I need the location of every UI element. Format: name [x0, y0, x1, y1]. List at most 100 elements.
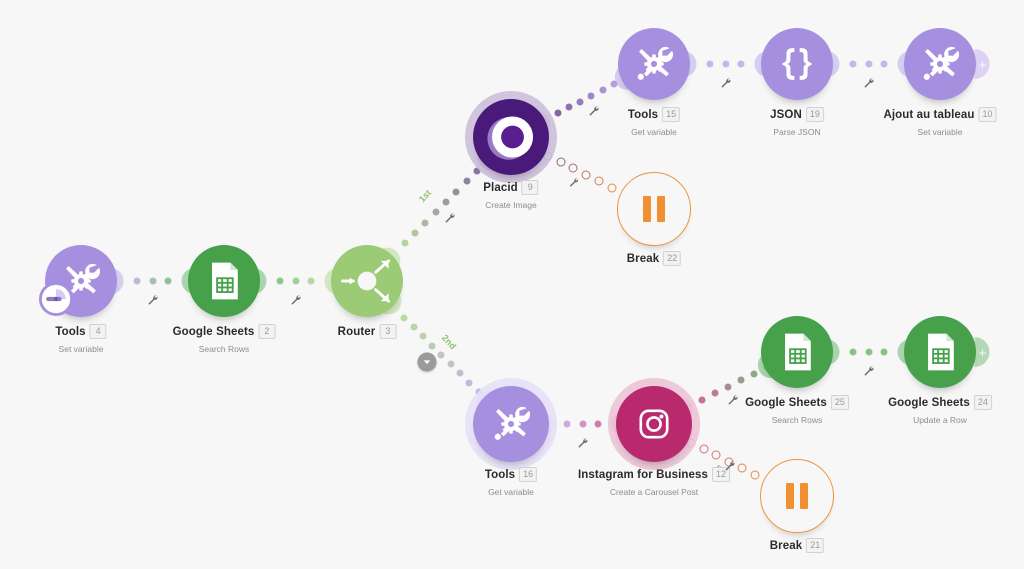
- module-title: Break: [626, 252, 660, 265]
- module-tools-set-variable[interactable]: Tools 4 Set variable: [39, 245, 117, 354]
- module-tools-get-variable-top[interactable]: Tools 15 Get variable: [618, 28, 690, 137]
- connector-settings-wrench-icon[interactable]: [444, 211, 456, 229]
- module-circle[interactable]: [473, 386, 549, 462]
- connector-settings-wrench-icon[interactable]: [290, 293, 302, 311]
- collapse-toggle[interactable]: [417, 352, 437, 372]
- module-google-sheets-search-rows[interactable]: Google Sheets 2 Search Rows: [173, 245, 276, 354]
- break-module-circle[interactable]: [617, 172, 691, 246]
- module-title: Break: [769, 539, 803, 552]
- connector-dot: [465, 379, 473, 387]
- scenario-canvas[interactable]: + + Tools 4 Set variable Google Sheets 2…: [0, 0, 1024, 569]
- module-title: Tools: [55, 325, 86, 338]
- module-tools-get-variable-bottom[interactable]: Tools 16 Get variable: [465, 378, 557, 497]
- module-id-badge: 24: [973, 395, 992, 411]
- google-sheets-icon: [928, 333, 954, 371]
- module-title-row: Placid 9: [483, 179, 539, 197]
- error-route-dot: [594, 176, 604, 186]
- module-ajout-au-tableau-set-variable[interactable]: Ajout au tableau 10 Set variable: [883, 28, 997, 137]
- module-break-top[interactable]: Break 22: [617, 172, 691, 267]
- connector-settings-wrench-icon[interactable]: [588, 104, 600, 122]
- module-caption: Break 22: [626, 250, 682, 268]
- module-title-row: Tools 16: [484, 466, 538, 484]
- connector-settings-wrench-icon[interactable]: [577, 436, 589, 454]
- module-subtitle: Parse JSON: [773, 127, 821, 137]
- module-circle[interactable]: [331, 245, 403, 317]
- module-id-badge: 10: [978, 107, 997, 123]
- module-google-sheets-search-rows-bottom[interactable]: Google Sheets 25 Search Rows: [745, 316, 849, 425]
- add-module-bottom[interactable]: +: [974, 337, 990, 367]
- connector-dot: [410, 323, 418, 331]
- module-router[interactable]: Router 3: [331, 245, 403, 340]
- connector-settings-wrench-icon[interactable]: [720, 76, 732, 94]
- module-subtitle: Create a Carousel Post: [609, 487, 699, 497]
- pause-icon: [643, 196, 665, 222]
- connector-dot: [149, 277, 156, 285]
- google-sheets-icon: [785, 333, 811, 371]
- pause-bar: [643, 196, 651, 222]
- json-braces-icon: [782, 48, 812, 80]
- pause-bar: [786, 483, 794, 509]
- module-break-bottom[interactable]: Break 21: [760, 459, 834, 554]
- tools-icon: [637, 46, 674, 80]
- module-circle[interactable]: [473, 99, 549, 175]
- module-caption: Google Sheets 25 Search Rows: [745, 394, 849, 425]
- connector-dot: [411, 229, 419, 237]
- module-circle[interactable]: [904, 316, 976, 388]
- module-subtitle: Get variable: [631, 127, 677, 137]
- placid-icon: [473, 99, 549, 175]
- connector-dot: [865, 348, 872, 356]
- google-sheets-icon: [212, 262, 238, 300]
- connector-dot: [463, 177, 471, 185]
- module-caption: JSON 19 Parse JSON: [770, 106, 824, 137]
- connector-dot: [724, 383, 732, 391]
- connector-settings-wrench-icon[interactable]: [863, 76, 875, 94]
- module-json-parse-json[interactable]: JSON 19 Parse JSON: [761, 28, 833, 137]
- connector-dot: [849, 60, 857, 68]
- module-caption: Instagram for Business 12 Create a Carouse…: [578, 461, 735, 497]
- error-route-wrench-icon[interactable]: [568, 175, 579, 193]
- connector-dot: [292, 277, 299, 285]
- module-circle[interactable]: [761, 28, 833, 100]
- connector-dot: [599, 86, 607, 94]
- connector-settings-wrench-icon[interactable]: [863, 364, 875, 382]
- module-caption: Tools 15 Get variable: [628, 106, 681, 137]
- pause-bar: [657, 196, 665, 222]
- pause-icon: [786, 483, 808, 509]
- connector-dot: [711, 389, 719, 397]
- module-title-row: JSON 19: [770, 106, 824, 124]
- module-caption: Router 3: [338, 323, 397, 341]
- module-settings-wrench-icon[interactable]: [724, 459, 736, 477]
- module-circle[interactable]: [616, 386, 692, 462]
- module-circle[interactable]: [761, 316, 833, 388]
- module-title: Tools: [484, 468, 516, 481]
- module-subtitle: Update a Row: [913, 415, 967, 425]
- connector-dot: [437, 351, 445, 359]
- error-route-dot: [581, 170, 591, 180]
- module-id-badge: 16: [519, 467, 538, 483]
- module-circle[interactable]: [904, 28, 976, 100]
- connector-dot: [576, 98, 584, 106]
- module-title: Placid: [483, 181, 518, 194]
- connector-dot: [880, 60, 888, 68]
- module-title: JSON: [770, 108, 802, 121]
- connector-settings-wrench-icon[interactable]: [727, 393, 739, 411]
- module-circle[interactable]: [188, 245, 260, 317]
- module-circle[interactable]: [618, 28, 690, 100]
- module-placid-create-image[interactable]: Placid 9 Create Image: [465, 91, 557, 210]
- add-module-top[interactable]: +: [974, 49, 990, 79]
- module-caption: Break 21: [769, 537, 825, 555]
- module-caption: Placid 9 Create Image: [483, 179, 539, 210]
- module-google-sheets-update-a-row[interactable]: Google Sheets 24 Update a Row: [888, 316, 992, 425]
- module-caption: Google Sheets 2 Search Rows: [173, 323, 276, 354]
- module-id-badge: 2: [258, 324, 276, 340]
- connector-dot: [563, 420, 571, 428]
- break-module-circle[interactable]: [760, 459, 834, 533]
- scheduler-clock-icon[interactable]: [39, 282, 73, 321]
- connector-dot: [750, 370, 758, 378]
- connector-dot: [579, 420, 586, 428]
- module-id-badge: 3: [379, 324, 397, 340]
- module-title-row: Instagram for Business 12: [578, 461, 735, 484]
- connector-dot: [587, 92, 595, 100]
- connector-settings-wrench-icon[interactable]: [147, 293, 159, 311]
- module-instagram-for-business-create-carousel-post[interactable]: Instagram for Business 12 Create a Carouse…: [578, 378, 735, 497]
